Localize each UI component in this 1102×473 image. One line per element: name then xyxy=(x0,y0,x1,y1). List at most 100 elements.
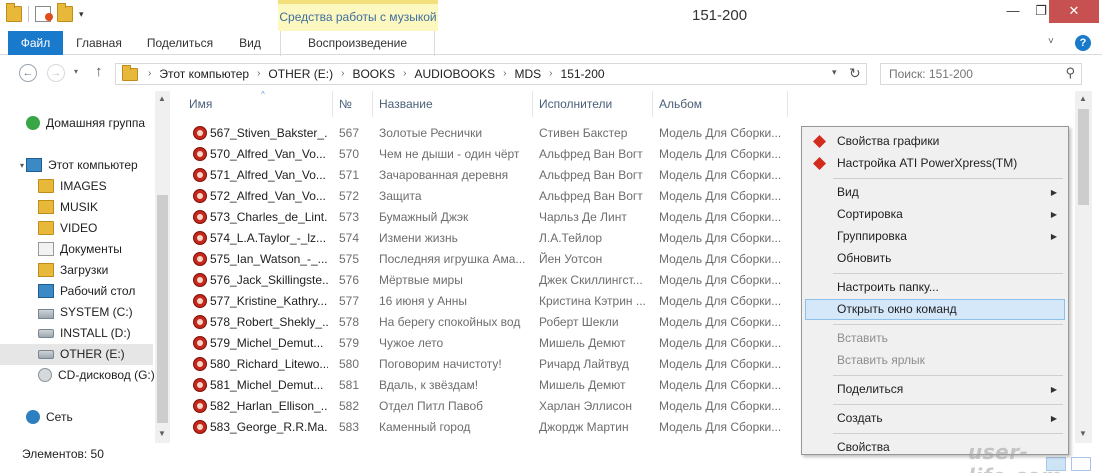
nav-item[interactable]: MUSIK xyxy=(0,197,153,218)
file-row[interactable]: 581_Michel_Demut... 581 Вдаль, к звёздам! М… xyxy=(175,375,805,396)
file-row[interactable]: 576_Jack_Skillingste... 576 Мёртвые миры Дж… xyxy=(175,270,805,291)
audio-file-icon xyxy=(193,210,207,224)
nav-item-label: OTHER (E:) xyxy=(60,347,125,361)
scroll-up-arrow-icon[interactable]: ▲ xyxy=(158,94,166,103)
breadcrumb-item[interactable]: MDS xyxy=(515,64,542,84)
nav-pane-scrollbar[interactable]: ▲ ▼ xyxy=(155,91,170,443)
expand-ribbon-chevron-icon[interactable]: ˅ xyxy=(1048,36,1054,47)
track-title: Чем не дыши - один чёрт xyxy=(379,147,520,161)
nav-item[interactable]: Сеть xyxy=(0,407,153,428)
file-row[interactable]: 570_Alfred_Van_Vo... 570 Чем не дыши - оди… xyxy=(175,144,805,165)
file-row[interactable]: 578_Robert_Shekly_... 578 На берегу спокой… xyxy=(175,312,805,333)
nav-item[interactable]: IMAGES xyxy=(0,176,153,197)
scroll-down-arrow-icon[interactable]: ▼ xyxy=(1079,429,1087,438)
file-list-scrollbar[interactable]: ▲ ▼ xyxy=(1075,91,1092,443)
breadcrumb-separator-icon[interactable]: › xyxy=(148,64,151,84)
column-header-name[interactable]: Имя ^ xyxy=(183,90,333,117)
tab-playback[interactable]: Воспроизведение xyxy=(280,31,435,56)
file-row[interactable]: 572_Alfred_Van_Vo... 572 Защита Альфред Ван… xyxy=(175,186,805,207)
breadcrumb-separator-icon[interactable]: › xyxy=(341,64,344,84)
tab-share[interactable]: Поделиться xyxy=(142,31,218,55)
audio-file-icon xyxy=(193,378,207,392)
column-header-artists[interactable]: Исполнители xyxy=(533,91,653,117)
help-icon[interactable]: ? xyxy=(1075,35,1091,51)
new-folder-icon[interactable] xyxy=(57,3,73,22)
file-row[interactable]: 580_Richard_Litewo... 580 Поговорим начист… xyxy=(175,354,805,375)
nav-item[interactable]: SYSTEM (C:) xyxy=(0,302,153,323)
expand-chevron-icon[interactable]: ▾ xyxy=(20,155,24,176)
menu-item[interactable]: Сортировка ▶ xyxy=(805,204,1065,225)
track-album: Модель Для Сборки... xyxy=(659,147,782,161)
scrollbar-thumb[interactable] xyxy=(157,195,168,423)
menu-item[interactable]: Открыть окно команд xyxy=(805,299,1065,320)
nav-item[interactable]: INSTALL (D:) xyxy=(0,323,153,344)
menu-item-label: Поделиться xyxy=(837,382,904,396)
file-row[interactable]: 582_Harlan_Ellison_... 582 Отдел Питл Паво… xyxy=(175,396,805,417)
menu-item[interactable]: Группировка ▶ xyxy=(805,226,1065,247)
up-arrow-button[interactable]: ↑ xyxy=(95,63,103,80)
nav-item[interactable]: Домашняя группа xyxy=(0,113,153,134)
breadcrumb-item[interactable]: AUDIOBOOKS xyxy=(414,64,495,84)
menu-item[interactable]: Вид ▶ xyxy=(805,182,1065,203)
file-row[interactable]: 573_Charles_de_Lint... 573 Бумажный Джэк Ча… xyxy=(175,207,805,228)
menu-item[interactable]: Настроить папку... xyxy=(805,277,1065,298)
menu-item[interactable]: Создать ▶ xyxy=(805,408,1065,429)
scroll-down-arrow-icon[interactable]: ▼ xyxy=(158,429,166,438)
menu-item[interactable]: Поделиться ▶ xyxy=(805,379,1065,400)
file-row[interactable]: 574_L.A.Taylor_-_lz... 574 Измени жизнь Л.А… xyxy=(175,228,805,249)
column-header-album[interactable]: Альбом xyxy=(653,91,788,117)
breadcrumb-separator-icon[interactable]: › xyxy=(503,64,506,84)
nav-item-label: SYSTEM (C:) xyxy=(60,305,133,319)
menu-item[interactable]: Свойства графики xyxy=(805,131,1065,152)
customize-toolbar-chevron-icon[interactable]: ▾ xyxy=(79,9,84,20)
breadcrumb-item[interactable]: Этот компьютер xyxy=(159,64,249,84)
folder-icon[interactable] xyxy=(6,3,22,22)
nav-item[interactable]: Загрузки xyxy=(0,260,153,281)
address-history-chevron-icon[interactable]: ▾ xyxy=(832,67,837,78)
refresh-icon[interactable]: ↻ xyxy=(849,65,861,82)
scrollbar-thumb[interactable] xyxy=(1078,109,1089,205)
file-name: 567_Stiven_Bakster_... xyxy=(210,126,328,140)
file-name: 571_Alfred_Van_Vo... xyxy=(210,168,326,182)
track-title: 16 июня у Анны xyxy=(379,294,468,308)
file-row[interactable]: 583_George_R.R.Ma... 583 Каменный город Джо… xyxy=(175,417,805,438)
file-row[interactable]: 567_Stiven_Bakster_... 567 Золотые Ресничк… xyxy=(175,123,805,144)
tab-home[interactable]: Главная xyxy=(71,31,127,55)
track-number: 579 xyxy=(339,336,360,350)
menu-item[interactable]: Обновить xyxy=(805,248,1065,269)
nav-item[interactable]: ▾ Этот компьютер xyxy=(0,155,153,176)
file-row[interactable]: 577_Kristine_Kathry... 577 16 июня у Анны К… xyxy=(175,291,805,312)
file-name: 575_Ian_Watson_-_... xyxy=(210,252,328,266)
minimize-button[interactable]: — xyxy=(999,0,1027,23)
breadcrumb-separator-icon[interactable]: › xyxy=(549,64,552,84)
close-button[interactable]: ✕ xyxy=(1049,0,1099,23)
properties-icon[interactable] xyxy=(35,6,53,22)
search-icon[interactable]: ⚲ xyxy=(1065,65,1075,81)
breadcrumb-item[interactable]: OTHER (E:) xyxy=(268,64,333,84)
file-row[interactable]: 575_Ian_Watson_-_... 575 Последняя игрушка… xyxy=(175,249,805,270)
column-header-number[interactable]: № xyxy=(333,91,373,117)
nav-item[interactable]: VIDEO xyxy=(0,218,153,239)
nav-item[interactable]: CD-дисковод (G:) xyxy=(0,365,155,386)
nav-item-label: Сеть xyxy=(46,410,73,424)
nav-item[interactable]: OTHER (E:) xyxy=(0,344,153,365)
tab-file[interactable]: Файл xyxy=(8,31,63,55)
recent-locations-chevron-icon[interactable]: ▾ xyxy=(74,67,78,76)
back-button[interactable]: ← xyxy=(19,64,37,82)
nav-item[interactable]: Документы xyxy=(0,239,153,260)
address-bar[interactable]: › Этот компьютер › OTHER (E:) › BOOKS › AUDIOBO… xyxy=(115,63,867,85)
tab-view[interactable]: Вид xyxy=(234,31,266,55)
breadcrumb-item[interactable]: BOOKS xyxy=(352,64,395,84)
file-name: 581_Michel_Demut... xyxy=(210,378,324,392)
file-row[interactable]: 571_Alfred_Van_Vo... 571 Зачарованная дере… xyxy=(175,165,805,186)
file-row[interactable]: 579_Michel_Demut... 579 Чужое лето Мишель Д… xyxy=(175,333,805,354)
column-header-title[interactable]: Название xyxy=(373,91,533,117)
forward-button[interactable]: → xyxy=(47,64,65,82)
menu-item[interactable]: Настройка ATI PowerXpress(TM) xyxy=(805,153,1065,174)
breadcrumb-separator-icon[interactable]: › xyxy=(257,64,260,84)
breadcrumb-item[interactable]: 151-200 xyxy=(561,64,605,84)
nav-item[interactable]: Рабочий стол xyxy=(0,281,153,302)
breadcrumb-separator-icon[interactable]: › xyxy=(403,64,406,84)
scroll-up-arrow-icon[interactable]: ▲ xyxy=(1079,94,1087,103)
search-input[interactable] xyxy=(881,64,1051,84)
